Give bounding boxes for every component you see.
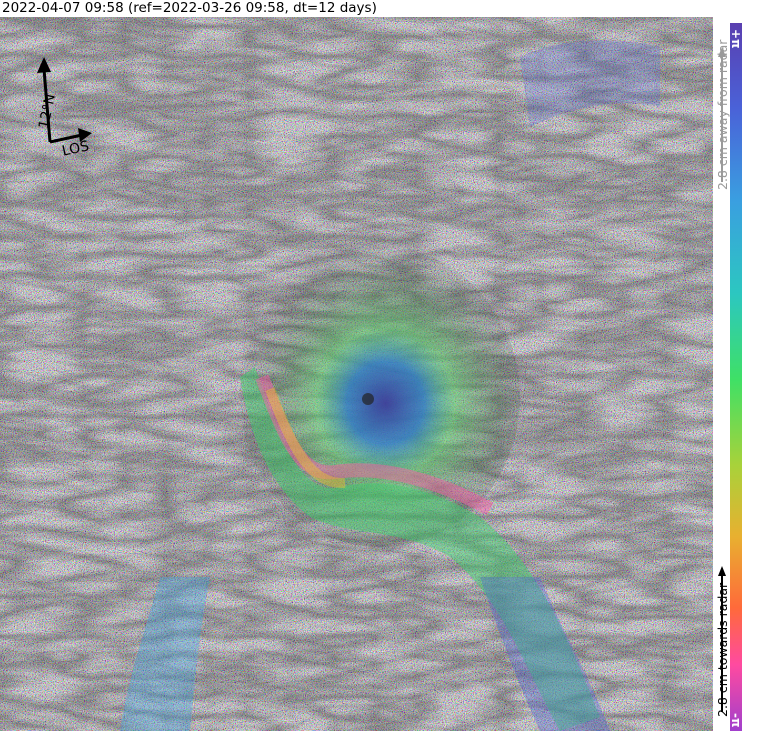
colorbar-panel: +π -π 2.8 cm away from radar 2.8 cm towa… (713, 17, 764, 731)
colorbar-max-label: +π (729, 23, 743, 49)
away-label: 2.8 cm away from radar (715, 39, 730, 190)
compass: 12°N LOS (22, 57, 102, 167)
phase-colorbar (730, 23, 742, 731)
interferogram-figure: 2022-04-07 09:58 (ref=2022-03-26 09:58, … (0, 0, 764, 731)
towards-label: 2.8 cm towards radar (715, 582, 730, 717)
colorbar-max-text: +π (729, 29, 743, 49)
colorbar-min-text: -π (729, 713, 743, 728)
away-arrowhead-icon (718, 47, 726, 57)
colorbar-min-label: -π (729, 707, 743, 729)
interferogram-map: 12°N LOS (0, 17, 713, 731)
figure-title: 2022-04-07 09:58 (ref=2022-03-26 09:58, … (2, 0, 377, 16)
interferogram-image (0, 17, 713, 731)
towards-arrowhead-icon (718, 566, 726, 576)
